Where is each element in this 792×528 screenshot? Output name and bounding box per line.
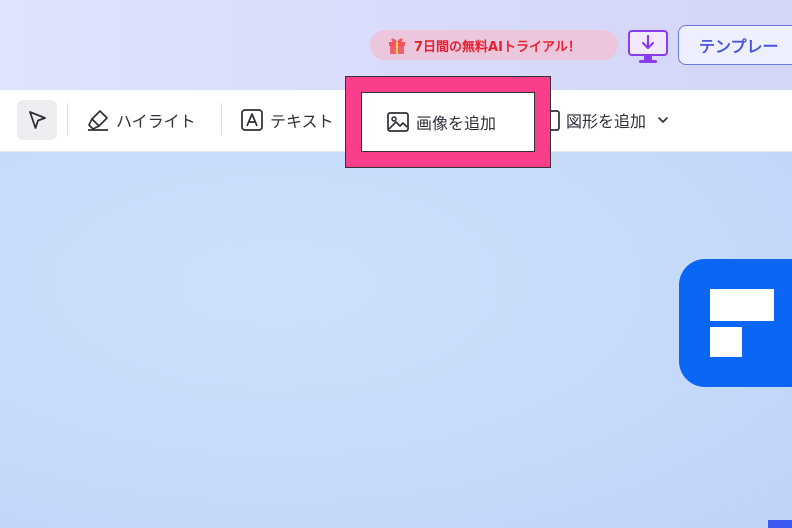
add-image-button[interactable]: 画像を追加: [361, 92, 535, 152]
toolbar-divider: [221, 103, 222, 135]
select-tool-button[interactable]: [17, 100, 57, 140]
free-trial-banner[interactable]: 7日間の無料AIトライアル！: [370, 30, 618, 60]
add-shape-label: 図形を追加: [566, 112, 647, 131]
chevron-down-icon: [658, 117, 668, 123]
text-tool-label: テキスト: [270, 112, 334, 131]
document-canvas[interactable]: [0, 152, 792, 528]
image-icon: [387, 112, 409, 132]
app-logo-icon: [679, 259, 792, 387]
add-image-label: 画像を追加: [416, 114, 497, 133]
highlight-tool-button[interactable]: ハイライト: [86, 100, 196, 140]
scroll-indicator: [768, 520, 792, 528]
templates-button[interactable]: テンプレー: [678, 25, 792, 65]
download-monitor-icon: [628, 30, 668, 63]
highlighter-icon: [88, 110, 108, 131]
text-tool-button[interactable]: テキスト: [240, 100, 334, 140]
cursor-arrow-icon: [29, 111, 46, 129]
free-trial-label: 7日間の無料AIトライアル！: [414, 39, 581, 55]
download-app-button[interactable]: [627, 29, 669, 65]
highlight-tool-label: ハイライト: [116, 112, 196, 131]
gift-icon: [389, 38, 405, 54]
add-shape-button[interactable]: 図形を追加: [540, 100, 678, 140]
text-box-icon: [241, 109, 263, 131]
toolbar-divider: [67, 103, 68, 135]
